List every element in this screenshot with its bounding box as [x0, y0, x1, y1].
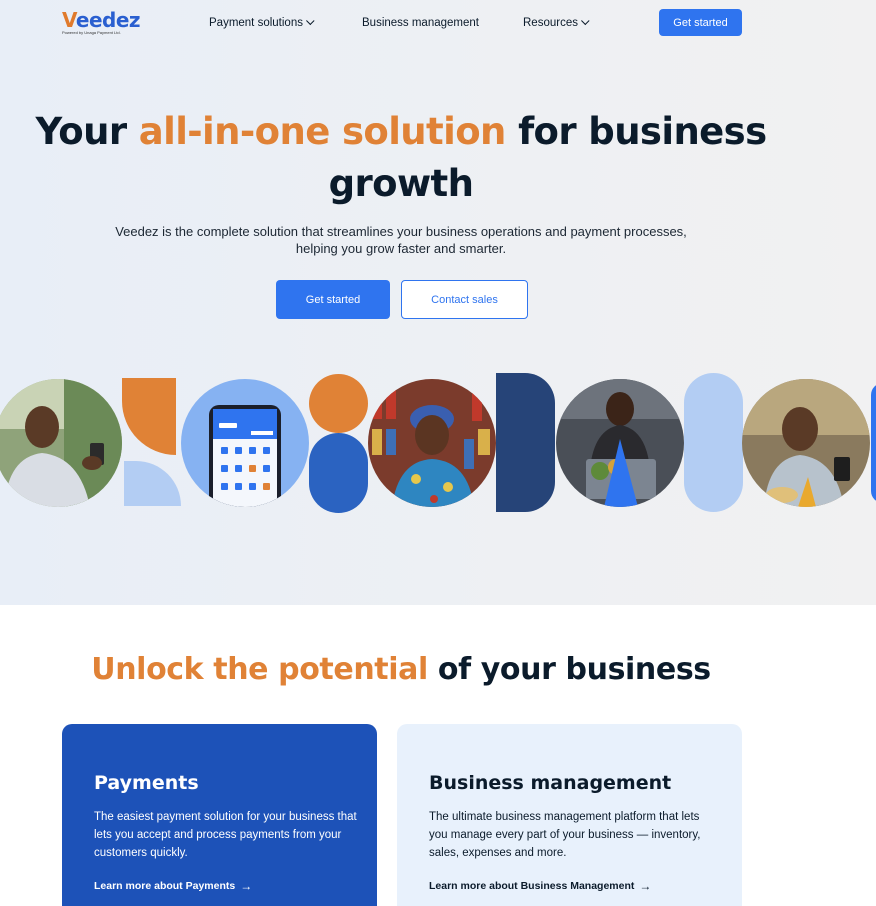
contact-sales-button[interactable]: Contact sales: [401, 280, 528, 319]
chevron-down-icon: [581, 16, 590, 26]
logo[interactable]: Veedez Powered by Unaga Payment Ltd.: [62, 8, 146, 38]
arrow-right-icon: →: [639, 879, 652, 893]
learn-more-business-management-link[interactable]: Learn more about Business Management →: [429, 879, 651, 893]
light-blue-pill-shape: [684, 373, 743, 512]
hero-description: Veedez is the complete solution that str…: [115, 224, 687, 256]
nav-item-payment-solutions[interactable]: Payment solutions: [209, 16, 315, 29]
photo-man-with-phone: [0, 379, 122, 507]
logo-tagline: Powered by Unaga Payment Ltd.: [62, 30, 121, 35]
blue-edge-shape: [871, 383, 876, 503]
card-title: Business management: [429, 772, 672, 794]
learn-more-payments-link[interactable]: Learn more about Payments →: [94, 879, 252, 893]
nav-item-resources[interactable]: Resources: [523, 16, 590, 29]
business-management-card: Business management The ultimate busines…: [397, 724, 742, 906]
nav-get-started-button[interactable]: Get started: [659, 9, 742, 36]
blue-pill-shape: [309, 433, 368, 513]
orange-circle-shape: [309, 374, 368, 433]
photo-man-at-cafe: [742, 379, 870, 507]
navy-half-pill-shape: [496, 373, 555, 512]
photo-woman-in-shop: [368, 379, 496, 507]
nav-item-business-management[interactable]: Business management: [362, 17, 479, 29]
phone-app-illustration: [181, 379, 309, 507]
hero-title: Your all-in-one solution for business gr…: [35, 110, 767, 205]
photo-woman-with-cart: [556, 379, 684, 507]
card-description: The easiest payment solution for your bu…: [94, 811, 357, 859]
chevron-down-icon: [306, 16, 315, 26]
payments-card: Payments The easiest payment solution fo…: [62, 724, 377, 906]
section-title: Unlock the potential of your business: [91, 652, 711, 687]
card-title: Payments: [94, 772, 199, 794]
arrow-right-icon: →: [240, 879, 253, 893]
get-started-button[interactable]: Get started: [276, 280, 390, 319]
card-description: The ultimate business management platfor…: [429, 811, 701, 859]
